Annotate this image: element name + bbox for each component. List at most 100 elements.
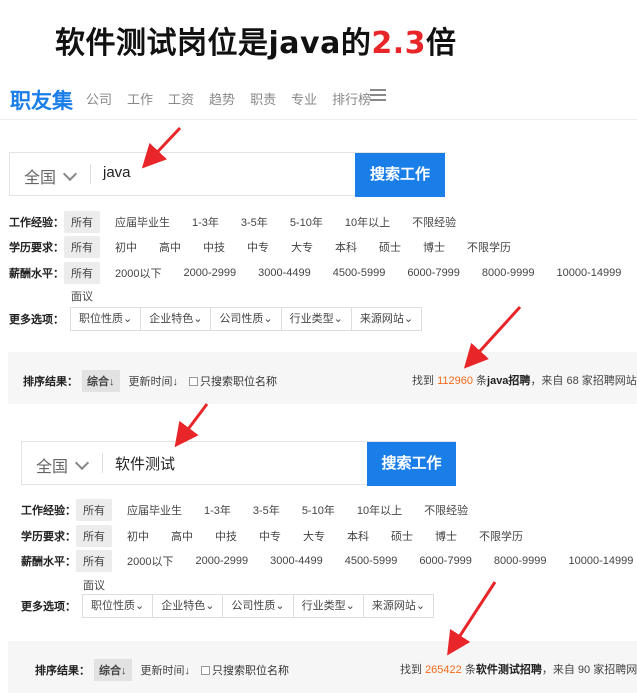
filter-option[interactable]: 3000-4499 xyxy=(251,264,318,282)
filter-option[interactable]: 高中 xyxy=(164,525,200,547)
sort-label: 排序结果： xyxy=(35,665,90,677)
nav-item-duties[interactable]: 职责 xyxy=(250,89,276,108)
filter-option[interactable]: 2000-2999 xyxy=(188,552,255,570)
nav-item-majors[interactable]: 专业 xyxy=(291,89,317,108)
filter-option[interactable]: 3-5年 xyxy=(246,499,287,521)
sort-option-overall[interactable]: 综合↓ xyxy=(82,370,120,392)
checkbox[interactable] xyxy=(201,665,210,675)
dropdown-job-type[interactable]: 职位性质⌄ xyxy=(70,307,142,331)
filter-salary-1: 薪酬水平： 所有 2000以下 2000-2999 3000-4499 4500… xyxy=(9,262,637,284)
filter-option[interactable]: 应届毕业生 xyxy=(108,211,177,233)
filter-option[interactable]: 所有 xyxy=(64,236,100,258)
filter-option[interactable]: 中技 xyxy=(196,236,232,258)
site-logo[interactable]: 职友集 xyxy=(10,85,73,115)
filter-option[interactable]: 10000-14999 xyxy=(550,264,629,282)
filter-option[interactable]: 6000-7999 xyxy=(400,264,467,282)
result-count: 265422 xyxy=(425,664,462,676)
filter-option[interactable]: 博士 xyxy=(416,236,452,258)
dropdown-job-type[interactable]: 职位性质⌄ xyxy=(82,594,154,618)
dropdown-company-type[interactable]: 公司性质⌄ xyxy=(222,594,294,618)
search-button-2[interactable]: 搜索工作 xyxy=(367,442,456,486)
nav-item-salary[interactable]: 工资 xyxy=(168,89,194,108)
filter-option[interactable]: 4500-5999 xyxy=(338,552,405,570)
chevron-down-icon[interactable] xyxy=(74,455,90,471)
filter-option[interactable]: 所有 xyxy=(64,211,100,233)
dropdown-company-type[interactable]: 公司性质⌄ xyxy=(210,307,282,331)
filter-label: 薪酬水平： xyxy=(21,556,76,568)
filter-option[interactable]: 所有 xyxy=(76,499,112,521)
filter-education-1: 学历要求： 所有 初中 高中 中技 中专 大专 本科 硕士 博士 不限学历 xyxy=(9,236,526,258)
dropdown-source[interactable]: 来源网站⌄ xyxy=(350,307,423,331)
filter-option[interactable]: 3-5年 xyxy=(234,211,275,233)
filter-option-negotiable[interactable]: 面议 xyxy=(83,577,105,593)
filter-option[interactable]: 8000-9999 xyxy=(487,552,554,570)
sort-option-overall[interactable]: 综合↓ xyxy=(94,659,132,681)
nav-item-company[interactable]: 公司 xyxy=(86,89,112,108)
sort-option-updated[interactable]: 更新时间↓ xyxy=(136,659,196,681)
dropdown-industry[interactable]: 行业类型⌄ xyxy=(280,307,352,331)
filter-option[interactable]: 中专 xyxy=(252,525,288,547)
filter-label: 工作经验： xyxy=(21,505,76,517)
filter-option[interactable]: 初中 xyxy=(108,236,144,258)
filter-option[interactable]: 应届毕业生 xyxy=(120,499,189,521)
chevron-down-icon[interactable] xyxy=(62,166,78,182)
filter-option[interactable]: 2000-2999 xyxy=(176,264,243,282)
sort-option-updated[interactable]: 更新时间↓ xyxy=(124,370,184,392)
arrow-3 xyxy=(174,403,209,448)
filter-option[interactable]: 大专 xyxy=(296,525,332,547)
filter-option[interactable]: 所有 xyxy=(64,262,100,284)
checkbox-label: 只搜索职位名称 xyxy=(200,376,277,388)
filter-option[interactable]: 大专 xyxy=(284,236,320,258)
filter-option[interactable]: 不限经验 xyxy=(405,211,463,233)
city-select-2[interactable]: 全国 xyxy=(36,453,68,477)
filter-option[interactable]: 2000以下 xyxy=(120,550,180,572)
dropdown-source[interactable]: 来源网站⌄ xyxy=(362,594,435,618)
filter-option[interactable]: 4500-5999 xyxy=(326,264,393,282)
search-input-1[interactable]: java xyxy=(103,164,131,181)
filter-option-negotiable[interactable]: 面议 xyxy=(71,288,93,304)
filter-experience-2: 工作经验： 所有 应届毕业生 1-3年 3-5年 5-10年 10年以上 不限经… xyxy=(21,499,483,521)
filter-option[interactable]: 6000-7999 xyxy=(412,552,479,570)
city-select-1[interactable]: 全国 xyxy=(24,164,56,188)
filter-option[interactable]: 10年以上 xyxy=(338,211,397,233)
filter-option[interactable]: 初中 xyxy=(120,525,156,547)
filter-option[interactable]: 本科 xyxy=(328,236,364,258)
filter-option[interactable]: 5-10年 xyxy=(283,211,330,233)
filter-option[interactable]: 1-3年 xyxy=(185,211,226,233)
dropdown-industry[interactable]: 行业类型⌄ xyxy=(292,594,364,618)
nav-item-jobs[interactable]: 工作 xyxy=(127,89,153,108)
checkbox-label: 只搜索职位名称 xyxy=(212,665,289,677)
filter-option[interactable]: 5-10年 xyxy=(295,499,342,521)
search-input-2[interactable]: 软件测试 xyxy=(115,453,175,474)
dropdown-company-feature[interactable]: 企业特色⌄ xyxy=(140,307,212,331)
filter-option[interactable]: 所有 xyxy=(76,525,112,547)
filter-option[interactable]: 2000以下 xyxy=(108,262,168,284)
filter-option[interactable]: 博士 xyxy=(428,525,464,547)
menu-icon[interactable] xyxy=(370,89,386,101)
filter-option[interactable]: 3000-4499 xyxy=(263,552,330,570)
filter-option[interactable]: 中技 xyxy=(208,525,244,547)
filter-option[interactable]: 10000-14999 xyxy=(562,552,637,570)
filter-option[interactable]: 所有 xyxy=(76,550,112,572)
filter-option[interactable]: 不限学历 xyxy=(460,236,518,258)
filter-option[interactable]: 不限经验 xyxy=(417,499,475,521)
dropdown-company-feature[interactable]: 企业特色⌄ xyxy=(152,594,224,618)
result-count: 112960 xyxy=(437,375,473,387)
filter-option[interactable]: 硕士 xyxy=(372,236,408,258)
filter-label: 薪酬水平： xyxy=(9,268,64,280)
headline: 软件测试岗位是java的2.3倍 xyxy=(55,18,456,62)
nav-item-trends[interactable]: 趋势 xyxy=(209,89,235,108)
filter-option[interactable]: 高中 xyxy=(152,236,188,258)
search-box-1: 全国 java 搜索工作 xyxy=(9,152,445,197)
filter-option[interactable]: 硕士 xyxy=(384,525,420,547)
filter-option[interactable]: 中专 xyxy=(240,236,276,258)
nav-item-rankings[interactable]: 排行榜 xyxy=(332,89,371,108)
filter-option[interactable]: 8000-9999 xyxy=(475,264,542,282)
filter-option[interactable]: 不限学历 xyxy=(472,525,530,547)
arrow-4 xyxy=(447,581,497,656)
filter-option[interactable]: 1-3年 xyxy=(197,499,238,521)
checkbox[interactable] xyxy=(189,376,198,386)
filter-option[interactable]: 10年以上 xyxy=(350,499,409,521)
search-button-1[interactable]: 搜索工作 xyxy=(355,153,445,197)
filter-option[interactable]: 本科 xyxy=(340,525,376,547)
